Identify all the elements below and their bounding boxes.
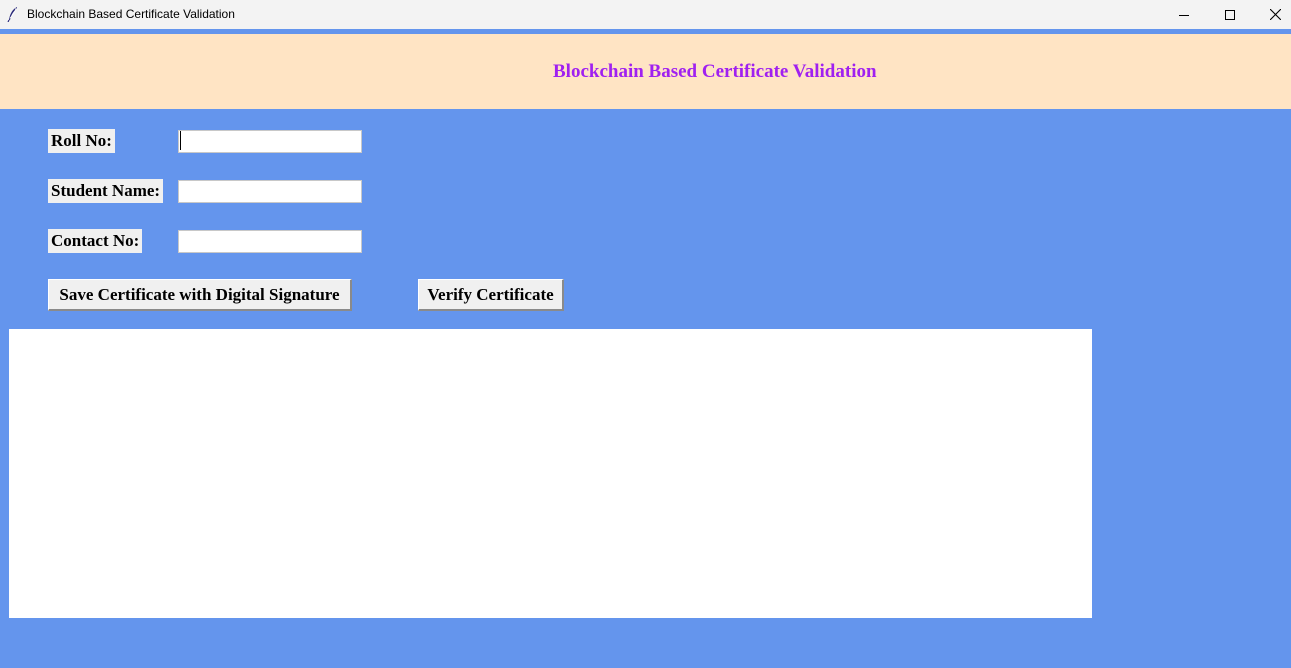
page-title: Blockchain Based Certificate Validation [553,61,877,82]
minimize-icon [1179,10,1189,20]
maximize-button[interactable] [1207,0,1253,29]
close-icon [1269,9,1281,20]
window-titlebar: Blockchain Based Certificate Validation [0,0,1291,29]
feather-icon [7,6,19,23]
student-name-input[interactable] [178,180,362,203]
roll-no-label: Roll No: [48,129,115,153]
student-name-label: Student Name: [48,179,164,203]
close-button[interactable] [1252,0,1291,29]
save-certificate-button[interactable]: Save Certificate with Digital Signature [48,279,352,311]
verify-certificate-button[interactable]: Verify Certificate [418,279,564,311]
text-cursor [180,131,181,150]
contact-no-input[interactable] [178,230,362,253]
contact-no-label: Contact No: [48,229,143,253]
output-text-area[interactable] [9,329,1092,618]
window-title: Blockchain Based Certificate Validation [27,7,235,21]
maximize-icon [1225,9,1235,20]
header-banner: Blockchain Based Certificate Validation [0,34,1291,109]
roll-no-input[interactable] [178,130,362,153]
minimize-button[interactable] [1161,0,1207,29]
